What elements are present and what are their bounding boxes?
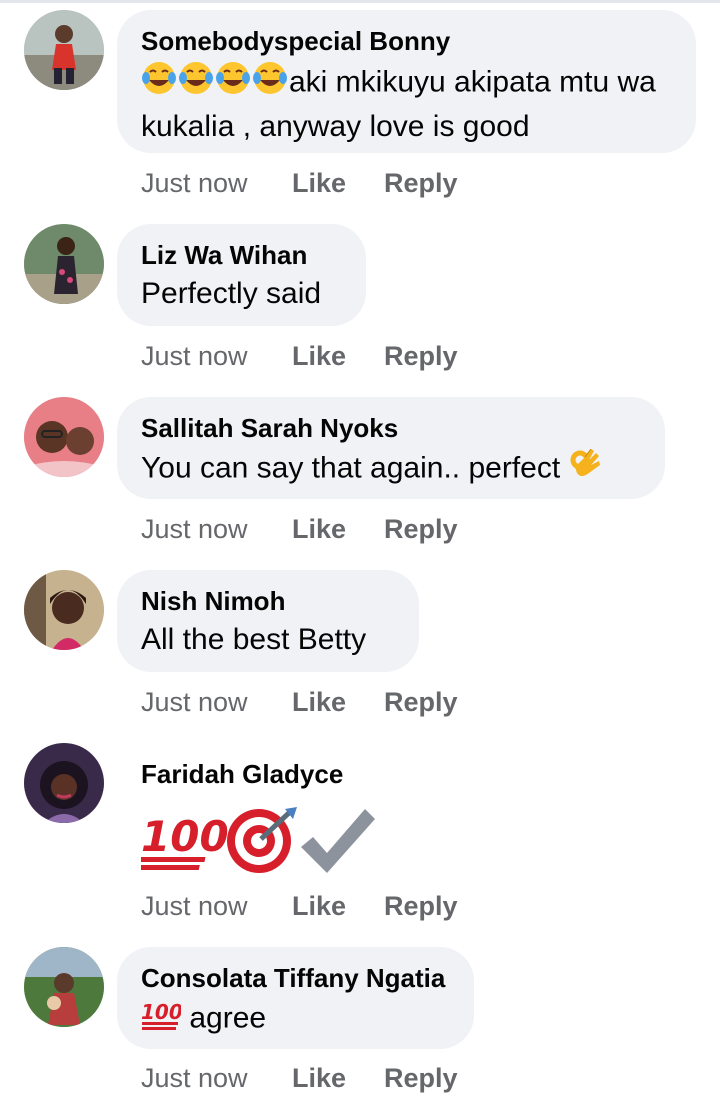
comment-text: Perfectly said bbox=[141, 277, 322, 310]
avatar[interactable] bbox=[24, 743, 104, 823]
commenter-name[interactable]: Somebodyspecial Bonny bbox=[141, 26, 672, 56]
timestamp[interactable]: Just now bbox=[141, 341, 248, 372]
avatar[interactable] bbox=[24, 224, 104, 304]
reply-button[interactable]: Reply bbox=[384, 687, 458, 718]
like-button[interactable]: Like bbox=[292, 891, 346, 922]
ok-hand-icon bbox=[569, 447, 603, 492]
face-with-tears-of-joy-icon bbox=[141, 60, 289, 107]
svg-text:100: 100 bbox=[141, 812, 229, 861]
divider bbox=[0, 0, 720, 3]
reply-button[interactable]: Reply bbox=[384, 514, 458, 545]
like-button[interactable]: Like bbox=[292, 687, 346, 718]
commenter-name[interactable]: Nish Nimoh bbox=[141, 586, 395, 616]
avatar[interactable] bbox=[24, 570, 104, 650]
avatar[interactable] bbox=[24, 397, 104, 477]
comment-text: You can say that again.. perfect bbox=[141, 447, 641, 492]
timestamp[interactable]: Just now bbox=[141, 687, 248, 718]
commenter-name[interactable]: Sallitah Sarah Nyoks bbox=[141, 413, 641, 443]
commenter-name[interactable]: Liz Wa Wihan bbox=[141, 240, 342, 270]
reply-button[interactable]: Reply bbox=[384, 341, 458, 372]
comment-text: All the best Betty bbox=[141, 623, 367, 656]
comment-bubble: Sallitah Sarah Nyoks You can say that ag… bbox=[117, 397, 665, 499]
comment-text: aki mkikuyu akipata mtu wa kukalia , any… bbox=[141, 60, 672, 147]
reply-button[interactable]: Reply bbox=[384, 891, 458, 922]
comment-bubble: Consolata Tiffany Ngatia 100 agree bbox=[117, 947, 474, 1049]
reply-button[interactable]: Reply bbox=[384, 1063, 458, 1094]
comment-text-content: You can say that again.. perfect bbox=[141, 451, 561, 485]
comment-bubble: Faridah Gladyce 100 bbox=[117, 743, 437, 883]
commenter-name[interactable]: Faridah Gladyce bbox=[141, 759, 413, 789]
hundred-points-icon: 100 bbox=[128, 812, 229, 870]
comment-bubble: Liz Wa Wihan Perfectly said bbox=[117, 224, 366, 326]
timestamp[interactable]: Just now bbox=[141, 891, 248, 922]
like-button[interactable]: Like bbox=[292, 1063, 346, 1094]
timestamp[interactable]: Just now bbox=[141, 514, 248, 545]
commenter-name[interactable]: Consolata Tiffany Ngatia bbox=[141, 963, 450, 993]
emoji-row: 100 bbox=[128, 803, 413, 875]
hundred-points-icon: 100 bbox=[141, 997, 183, 1042]
like-button[interactable]: Like bbox=[292, 514, 346, 545]
reply-button[interactable]: Reply bbox=[384, 168, 458, 199]
timestamp[interactable]: Just now bbox=[141, 168, 248, 199]
comment-bubble: Somebodyspecial Bonny aki mkikuyu akipat… bbox=[117, 10, 696, 153]
direct-hit-icon bbox=[227, 807, 297, 873]
like-button[interactable]: Like bbox=[292, 341, 346, 372]
avatar[interactable] bbox=[24, 947, 104, 1027]
comment-bubble: Nish Nimoh All the best Betty bbox=[117, 570, 419, 672]
svg-text:100: 100 bbox=[141, 1000, 181, 1024]
comment-text: 100 agree bbox=[141, 997, 450, 1042]
timestamp[interactable]: Just now bbox=[141, 1063, 248, 1094]
comment-text-content: agree bbox=[189, 1001, 267, 1035]
avatar[interactable] bbox=[24, 10, 104, 90]
check-mark-icon bbox=[301, 809, 375, 873]
like-button[interactable]: Like bbox=[292, 168, 346, 199]
